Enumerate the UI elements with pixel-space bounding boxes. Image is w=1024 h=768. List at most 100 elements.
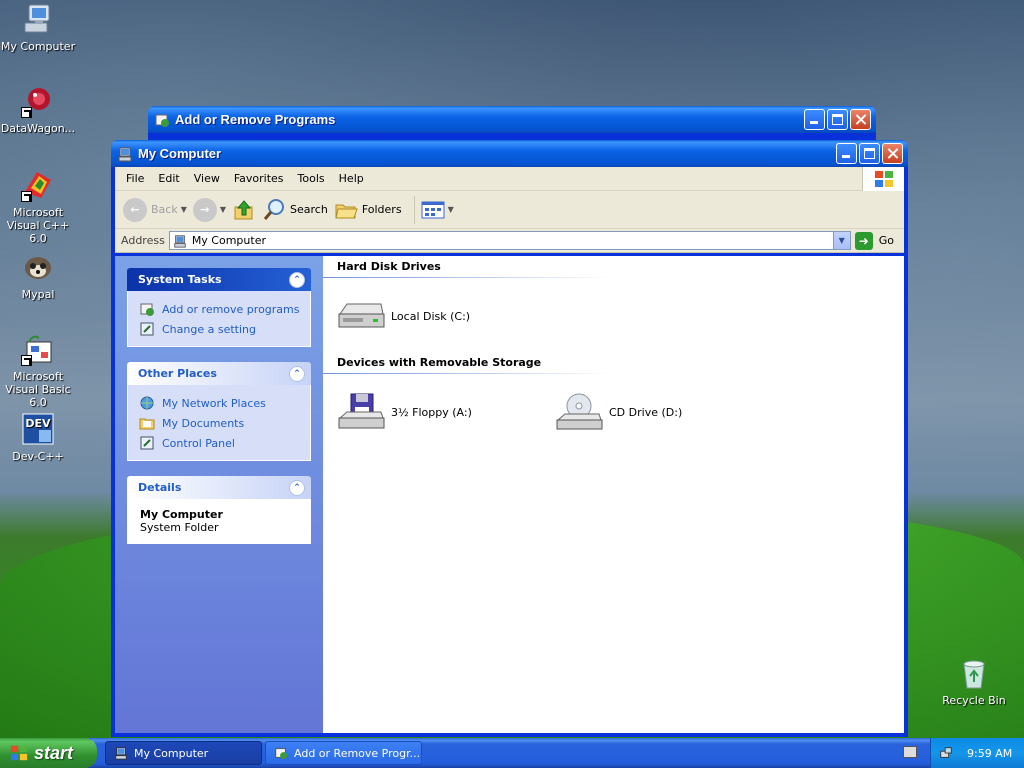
forward-button[interactable]: → ▼ bbox=[192, 197, 227, 222]
window-titlebar[interactable]: My Computer bbox=[111, 140, 908, 167]
desktop-icon-mypal[interactable]: Mypal bbox=[0, 250, 78, 301]
menu-file[interactable]: File bbox=[119, 172, 151, 185]
visual-basic-icon bbox=[21, 332, 55, 366]
back-arrow-icon: ← bbox=[123, 197, 147, 222]
group-header-hard-disk-drives: Hard Disk Drives bbox=[323, 260, 613, 278]
menu-edit[interactable]: Edit bbox=[151, 172, 186, 185]
views-button[interactable]: ▼ bbox=[421, 200, 454, 220]
desktop-icon-label: Recycle Bin bbox=[942, 694, 1006, 707]
address-label: Address bbox=[121, 234, 165, 247]
back-label: Back bbox=[151, 203, 178, 216]
network-places-icon bbox=[140, 396, 154, 410]
minimize-button[interactable] bbox=[836, 143, 857, 164]
collapse-chevron-icon[interactable]: ⌃ bbox=[289, 272, 305, 288]
maximize-button[interactable] bbox=[827, 109, 848, 130]
desktop-icon-label: Mypal bbox=[21, 288, 55, 301]
desktop-icon-visual-basic[interactable]: Microsoft Visual Basic 6.0 bbox=[0, 332, 78, 409]
keyboard-icon[interactable] bbox=[903, 746, 917, 758]
go-button[interactable]: ➜ Go bbox=[851, 231, 904, 250]
window-titlebar[interactable]: Add or Remove Programs bbox=[148, 106, 876, 133]
my-computer-icon bbox=[115, 747, 127, 760]
desktop-icon-label: My Computer bbox=[0, 40, 76, 53]
shortcut-arrow-icon bbox=[21, 107, 32, 118]
menu-tools[interactable]: Tools bbox=[291, 172, 332, 185]
system-tray: 9:59 AM bbox=[930, 738, 1024, 768]
close-button[interactable] bbox=[882, 143, 903, 164]
drive-label: Local Disk (C:) bbox=[391, 309, 471, 323]
minimize-button[interactable] bbox=[804, 109, 825, 130]
floppy-drive-icon bbox=[338, 393, 385, 429]
taskbar-task-add-remove-programs[interactable]: Add or Remove Progr... bbox=[265, 741, 422, 765]
control-panel-icon bbox=[140, 322, 154, 336]
forward-arrow-icon: → bbox=[192, 197, 217, 222]
other-places-header[interactable]: Other Places ⌃ bbox=[127, 362, 311, 385]
drive-cd-d[interactable]: CD Drive (D:) bbox=[555, 392, 773, 432]
cd-drive-icon bbox=[556, 393, 603, 430]
back-button[interactable]: ← Back ▼ bbox=[123, 197, 187, 222]
dropdown-arrow-icon: ▼ bbox=[447, 205, 454, 214]
task-pane: System Tasks ⌃ Add or remove programs Ch… bbox=[115, 256, 323, 733]
desktop-icon-recycle-bin[interactable]: Recycle Bin bbox=[934, 656, 1014, 707]
content-pane: Hard Disk Drives Local Disk (C:) Devices… bbox=[323, 256, 904, 733]
place-my-documents[interactable]: My Documents bbox=[139, 413, 300, 433]
details-type: System Folder bbox=[140, 521, 219, 534]
mypal-icon bbox=[21, 250, 55, 284]
collapse-chevron-icon[interactable]: ⌃ bbox=[289, 480, 305, 496]
windows-flag-icon bbox=[862, 167, 904, 191]
menu-favorites[interactable]: Favorites bbox=[227, 172, 291, 185]
up-folder-button[interactable] bbox=[232, 198, 256, 222]
place-my-network-places[interactable]: My Network Places bbox=[139, 393, 300, 413]
clock[interactable]: 9:59 AM bbox=[967, 747, 1012, 760]
go-arrow-icon: ➜ bbox=[854, 231, 873, 250]
menu-bar: File Edit View Favorites Tools Help bbox=[115, 167, 904, 191]
place-control-panel[interactable]: Control Panel bbox=[139, 433, 300, 453]
desktop-icon-visual-cpp[interactable]: Microsoft Visual C++ 6.0 bbox=[0, 168, 78, 245]
network-tray-icon[interactable] bbox=[939, 746, 953, 760]
search-label: Search bbox=[290, 203, 328, 216]
address-input[interactable]: My Computer ▼ bbox=[168, 231, 851, 250]
address-dropdown-button[interactable]: ▼ bbox=[832, 232, 850, 249]
search-icon bbox=[263, 198, 285, 220]
drive-floppy-a[interactable]: 3½ Floppy (A:) bbox=[337, 392, 555, 432]
my-computer-icon bbox=[21, 2, 55, 36]
desktop-icon-my-computer[interactable]: My Computer bbox=[0, 2, 78, 53]
panel-title: Details bbox=[138, 481, 182, 494]
start-button[interactable]: start bbox=[0, 738, 97, 768]
my-computer-window[interactable]: My Computer File Edit View Favorites Too… bbox=[111, 140, 908, 737]
other-places-body: My Network Places My Documents Control P… bbox=[127, 385, 311, 461]
desktop-icon-datawagon[interactable]: DataWagon... bbox=[0, 84, 78, 135]
details-panel: Details ⌃ My Computer System Folder bbox=[127, 476, 311, 544]
desktop-icon-label: Microsoft Visual C++ 6.0 bbox=[6, 206, 70, 245]
standard-toolbar: ← Back ▼ → ▼ Search Folders ▼ bbox=[115, 191, 904, 229]
hard-disk-drives-items: Local Disk (C:) bbox=[337, 276, 904, 356]
collapse-chevron-icon[interactable]: ⌃ bbox=[289, 366, 305, 382]
taskbar-task-my-computer[interactable]: My Computer bbox=[105, 741, 262, 765]
place-label: My Network Places bbox=[162, 396, 266, 410]
toolbar-separator bbox=[413, 195, 415, 224]
task-label: Add or remove programs bbox=[162, 302, 300, 316]
task-add-remove-programs[interactable]: Add or remove programs bbox=[139, 299, 300, 319]
drive-local-disk-c[interactable]: Local Disk (C:) bbox=[337, 296, 555, 336]
details-header[interactable]: Details ⌃ bbox=[127, 476, 311, 499]
my-computer-icon bbox=[118, 147, 132, 161]
add-remove-programs-icon bbox=[140, 303, 154, 316]
desktop-icon-label: Microsoft Visual Basic 6.0 bbox=[5, 370, 71, 409]
windows-flag-icon bbox=[10, 745, 28, 761]
folders-icon bbox=[335, 204, 358, 218]
window-body: System Tasks ⌃ Add or remove programs Ch… bbox=[115, 256, 904, 733]
maximize-button[interactable] bbox=[859, 143, 880, 164]
hard-disk-icon bbox=[338, 303, 385, 328]
desktop-icon-label: DataWagon... bbox=[0, 122, 76, 135]
menu-help[interactable]: Help bbox=[332, 172, 371, 185]
dropdown-arrow-icon: ▼ bbox=[219, 205, 227, 214]
search-button[interactable]: Search bbox=[262, 198, 328, 222]
desktop-icon-dev-cpp[interactable]: DEV Dev-C++ bbox=[0, 412, 78, 463]
system-tasks-header[interactable]: System Tasks ⌃ bbox=[127, 268, 311, 291]
menu-view[interactable]: View bbox=[187, 172, 227, 185]
folders-button[interactable]: Folders bbox=[334, 198, 402, 222]
close-button[interactable] bbox=[850, 109, 871, 130]
dropdown-arrow-icon: ▼ bbox=[180, 205, 187, 214]
dev-badge-text: DEV bbox=[25, 417, 51, 430]
place-label: Control Panel bbox=[162, 436, 235, 450]
task-change-setting[interactable]: Change a setting bbox=[139, 319, 300, 339]
